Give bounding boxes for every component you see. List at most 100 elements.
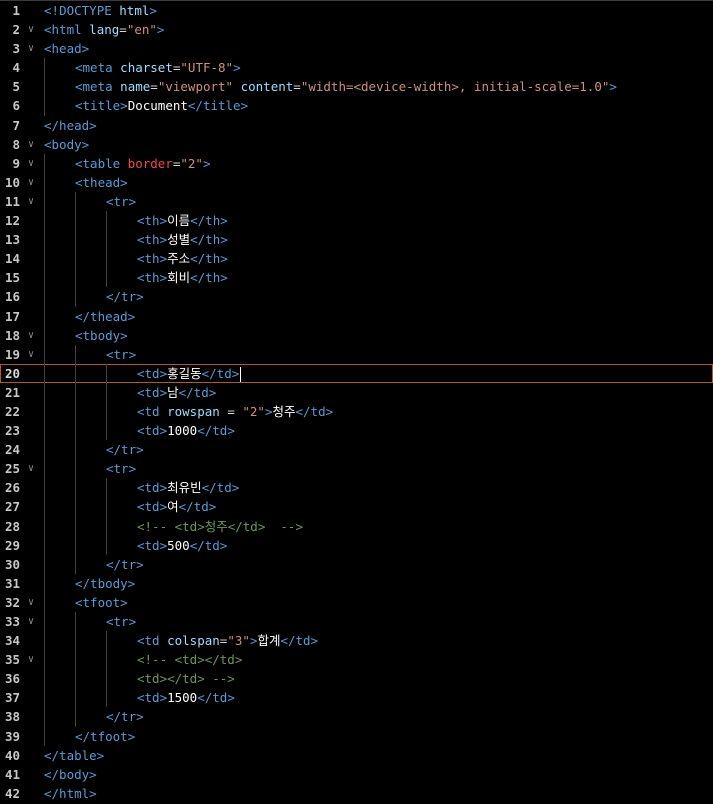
code-line[interactable]: 31 </tbody> [0,573,713,593]
code-line[interactable]: 2 ∨ <html lang="en"> [0,20,713,39]
line-number: 5 [12,79,20,95]
code-token: <td> [137,499,168,515]
chevron-down-icon[interactable]: ∨ [25,154,37,173]
code-line[interactable]: 36 <td></td> --> [0,669,713,689]
code-text: </html> [44,784,97,803]
code-line[interactable]: 5 <meta name="viewport" content="width=<d… [0,77,713,97]
code-line[interactable]: 30 </tr> [0,554,713,574]
code-token: "en" [126,22,157,38]
code-token: <td> [137,480,168,496]
chevron-down-icon[interactable]: ∨ [25,173,37,192]
code-line[interactable]: 32 ∨ <tfoot> [0,592,713,612]
chevron-down-icon[interactable]: ∨ [25,20,37,39]
code-line[interactable]: 17 </thead> [0,306,713,326]
code-line[interactable]: 9 ∨ <table border="2"> [0,153,713,173]
indent-guide [44,191,45,212]
code-line[interactable]: 33 ∨ <tr> [0,612,713,632]
code-token: <meta [75,79,113,95]
code-text: <head> [44,39,89,58]
indent-guide [44,650,45,670]
code-token: = [293,79,301,95]
code-text: <html lang="en"> [44,20,164,39]
code-line[interactable]: 20 <td>홍길동</td> [0,363,713,383]
code-token: <td [137,403,160,419]
code-line[interactable]: 22 <td rowspan = "2">청주</td> [0,401,713,422]
code-line[interactable]: 15 <th>회비</th> [0,268,713,288]
code-token: <meta [75,60,113,76]
code-line[interactable]: 24 </tr> [0,440,713,460]
code-line[interactable]: 21 <td>남</td> [0,382,713,402]
code-line[interactable]: 1 <!DOCTYPE html> [0,1,713,20]
chevron-down-icon[interactable]: ∨ [25,192,37,211]
chevron-down-icon[interactable]: ∨ [25,39,37,58]
code-token: <body> [44,136,90,152]
code-text: <th>이름</th> [137,211,228,230]
code-line[interactable]: 41 </body> [0,765,713,784]
indent-guide [75,707,76,727]
chevron-down-icon[interactable]: ∨ [25,459,37,478]
code-editor[interactable]: 1 <!DOCTYPE html> 2 ∨ <html lang="en"> 3 ∨ <hea… [0,0,713,804]
code-line[interactable]: 4 <meta charset="UTF-8"> [0,58,713,78]
indent-guide [106,631,107,651]
indent-guide [106,421,107,441]
code-line[interactable]: 6 <title>Document</title> [0,96,713,116]
code-line[interactable]: 12 <th>이름</th> [0,211,713,231]
indent-guide [75,230,76,250]
code-line[interactable]: 19 ∨ <tr> [0,344,713,364]
code-text: <meta name="viewport" content="width=<de… [75,77,617,96]
code-line[interactable]: 23 <td>1000</td> [0,421,713,441]
line-number: 37 [4,690,20,706]
chevron-down-icon[interactable]: ∨ [25,135,37,154]
code-text: <td>1000</td> [137,421,235,440]
code-line[interactable]: 25 ∨ <tr> [0,459,713,479]
line-number: 7 [12,117,20,133]
code-line[interactable]: 8 ∨ <body> [0,135,713,154]
code-line[interactable]: 42 </html> [0,784,713,803]
code-token: <tr> [106,614,137,629]
code-text: <!-- <td></td> [137,650,242,669]
code-line[interactable]: 27 <td>여</td> [0,497,713,517]
code-line[interactable]: 10 ∨ <thead> [0,172,713,192]
code-token: <td [137,633,160,649]
line-number: 33 [4,614,20,629]
indent-guide [75,268,76,288]
indent-guide [106,669,107,689]
chevron-down-icon[interactable]: ∨ [25,593,37,612]
chevron-down-icon[interactable]: ∨ [25,345,37,364]
code-line[interactable]: 40 </table> [0,746,713,765]
code-line[interactable]: 3 ∨ <head> [0,39,713,58]
code-text: </thead> [75,307,135,326]
code-text: <tfoot> [75,593,128,612]
code-line[interactable]: 14 <th>주소</th> [0,249,713,269]
chevron-down-icon[interactable]: ∨ [25,326,37,345]
code-line[interactable]: 39 </tfoot> [0,726,713,746]
code-line[interactable]: 29 <td>500</td> [0,535,713,555]
code-text: <td></td> --> [137,669,235,688]
code-token: = [119,22,127,38]
code-token: <!-- <td></td> [137,652,243,668]
code-line[interactable]: 35 ∨ <!-- <td></td> [0,650,713,670]
code-line[interactable]: 26 <td>최유빈</td> [0,478,713,498]
code-line[interactable]: 28 <!-- <td>청주</td> --> [0,516,713,536]
indent-guide [106,230,107,250]
code-line[interactable]: 18 ∨ <tbody> [0,325,713,345]
code-text: <!-- <td>청주</td> --> [137,517,303,536]
indent-guide [106,535,107,555]
code-line[interactable]: 13 <th>성별</th> [0,230,713,250]
indent-guide [106,497,107,517]
code-token: </html> [44,785,97,801]
indent-guide [106,382,107,402]
code-line[interactable]: 11 ∨ <tr> [0,191,713,212]
code-line[interactable]: 38 </tr> [0,707,713,727]
chevron-down-icon[interactable]: ∨ [25,612,37,631]
chevron-down-icon[interactable]: ∨ [25,650,37,669]
indent-guide [44,535,45,555]
code-token: </table> [44,747,105,763]
code-line[interactable]: 34 <td colspan="3">합계</td> [0,631,713,651]
line-number: 27 [4,499,20,515]
code-line[interactable]: 16 </tr> [0,287,713,307]
line-number: 18 [4,327,20,343]
code-line[interactable]: 37 <td>1500</td> [0,688,713,708]
code-line[interactable]: 7 </head> [0,116,713,135]
indent-guide [44,459,45,479]
